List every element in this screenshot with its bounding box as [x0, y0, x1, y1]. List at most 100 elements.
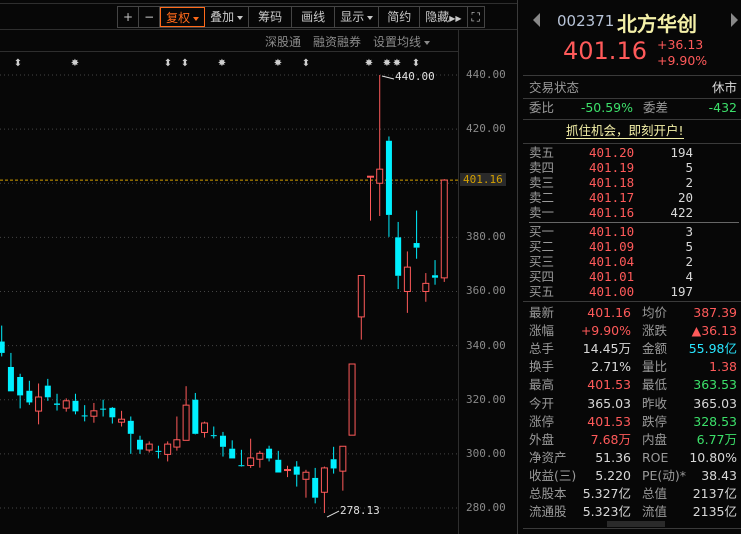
order-book-row[interactable]: 卖一 401.16 422: [529, 205, 737, 221]
stats-row: 涨幅 +9.90% 涨跌 ▲36.13: [529, 323, 737, 339]
axis-tick-label: 440.00: [466, 68, 506, 81]
stat-label: 涨幅: [529, 323, 555, 339]
display-dropdown[interactable]: 显示: [335, 7, 380, 27]
candlestick-chart[interactable]: 440.00278.13⬍ ✸ ⬍ ⬍ ✸ ✸ ⬍ ✸ ✸ ✸ ⬍: [0, 52, 518, 534]
candle-body: [26, 390, 33, 403]
adjust-dropdown[interactable]: 复权: [160, 7, 206, 27]
overlay-dropdown[interactable]: 叠加: [205, 7, 250, 27]
candle-body: [109, 407, 116, 418]
price-change: +36.13: [657, 37, 704, 52]
stock-name: 北方华创: [617, 12, 697, 36]
open-account-link[interactable]: 抓住机会，即刻开户!: [566, 123, 684, 139]
candle-body: [312, 477, 319, 498]
level-price: 401.17: [589, 190, 635, 205]
margin-link[interactable]: 融资融券: [313, 33, 361, 50]
event-star-icon: ✸: [274, 58, 282, 69]
status-value: 休市: [711, 80, 737, 95]
caret-down-icon: [424, 40, 431, 45]
level-label: 卖一: [529, 205, 555, 220]
level-label: 卖二: [529, 190, 555, 205]
order-book-row[interactable]: 买一 401.10 3: [529, 224, 737, 240]
stat-value: 2137亿: [692, 486, 737, 501]
order-book-row[interactable]: 卖二 401.17 20: [529, 190, 737, 206]
level-label: 买三: [529, 254, 555, 269]
candle-body: [256, 452, 264, 460]
prev-stock-arrow-icon[interactable]: [533, 13, 540, 27]
level-price: 401.19: [589, 160, 635, 175]
divider: [523, 119, 741, 120]
stat-value: 2135亿: [692, 504, 737, 520]
axis-tick-label: 340.00: [466, 338, 506, 352]
stat-label: 量比: [642, 359, 668, 375]
order-book-row[interactable]: 卖四 401.19 5: [529, 160, 737, 176]
level-label: 买五: [529, 284, 555, 299]
stats-row: 涨停 401.53 跌停 328.53: [529, 414, 737, 430]
divider: [523, 528, 741, 529]
ma-settings-dropdown[interactable]: 设置均线: [373, 33, 431, 50]
caret-down-icon: [237, 15, 244, 20]
order-book-row[interactable]: 买二 401.09 5: [529, 239, 737, 255]
candle-body: [210, 435, 217, 437]
level-volume: 197: [670, 284, 693, 299]
divider: [523, 301, 741, 302]
order-book-row[interactable]: 卖三 401.18 2: [529, 175, 737, 191]
candle-body: [219, 435, 226, 447]
level-label: 买一: [529, 224, 555, 239]
candle-body: [7, 366, 14, 392]
candle-body: [275, 459, 282, 473]
level-price: 401.10: [589, 224, 635, 239]
candle-body: [440, 179, 448, 279]
hide-button[interactable]: 隐藏▶▶: [420, 7, 468, 27]
hide-label: 隐藏: [425, 10, 450, 24]
chips-button[interactable]: 筹码: [249, 7, 293, 27]
next-stock-arrow-icon[interactable]: [731, 13, 738, 27]
stat-label: 换手: [529, 359, 555, 375]
stat-label: 总值: [642, 486, 668, 501]
stat-label: 涨停: [529, 413, 555, 429]
candle-body: [62, 400, 70, 409]
candle-body: [302, 471, 310, 480]
divider: [529, 222, 739, 223]
level-label: 卖四: [529, 160, 555, 175]
axis-tick-label: 380.00: [466, 230, 506, 244]
order-book-row[interactable]: 买四 401.01 4: [529, 269, 737, 285]
chart-toolbar: + − 复权 叠加 筹码 画线 显示 简约 隐藏▶▶ ⛶: [117, 6, 485, 28]
event-diamond-icon: ⬍: [412, 58, 420, 69]
zoom-out-button[interactable]: −: [139, 7, 161, 27]
candle-body: [35, 396, 43, 412]
candle-body: [90, 410, 98, 417]
order-book-row[interactable]: 买五 401.00 197: [529, 284, 737, 300]
zoom-in-button[interactable]: +: [118, 7, 140, 27]
candle-body: [422, 282, 430, 292]
divider: [523, 98, 741, 99]
order-book-row[interactable]: 卖五 401.20 194: [529, 145, 737, 161]
last-price: 401.16: [563, 37, 647, 65]
level-price: 401.18: [589, 175, 635, 190]
stats-row: 最新 401.16 均价 387.39: [529, 305, 737, 321]
stat-value: 6.77万: [696, 431, 737, 447]
level-volume: 5: [685, 160, 693, 175]
stat-label: 外盘: [529, 431, 555, 447]
draw-button[interactable]: 画线: [292, 7, 336, 27]
level-volume: 2: [685, 254, 693, 269]
fullscreen-button[interactable]: ⛶: [468, 7, 484, 27]
stat-label: 今开: [529, 395, 555, 411]
level-price: 401.00: [589, 284, 635, 299]
candle-body: [72, 400, 79, 412]
stat-label: 最低: [642, 377, 668, 393]
stat-label: ROE: [642, 449, 669, 465]
candle-body: [192, 399, 199, 434]
expand-handle[interactable]: [607, 521, 665, 527]
event-diamond-icon: ⬍: [164, 58, 172, 69]
order-book-row[interactable]: 买三 401.04 2: [529, 254, 737, 270]
axis-tick-label: 360.00: [466, 284, 506, 298]
candle-body: [155, 450, 162, 452]
candle-body: [385, 140, 392, 215]
event-star-icon: ✸: [365, 58, 373, 69]
arrow-icon: [381, 75, 395, 80]
simple-button[interactable]: 简约: [379, 7, 421, 27]
candle-body: [348, 363, 356, 436]
ratio-label: 委比: [529, 100, 555, 115]
candle-body: [376, 168, 384, 184]
sgt-link[interactable]: 深股通: [265, 33, 301, 50]
